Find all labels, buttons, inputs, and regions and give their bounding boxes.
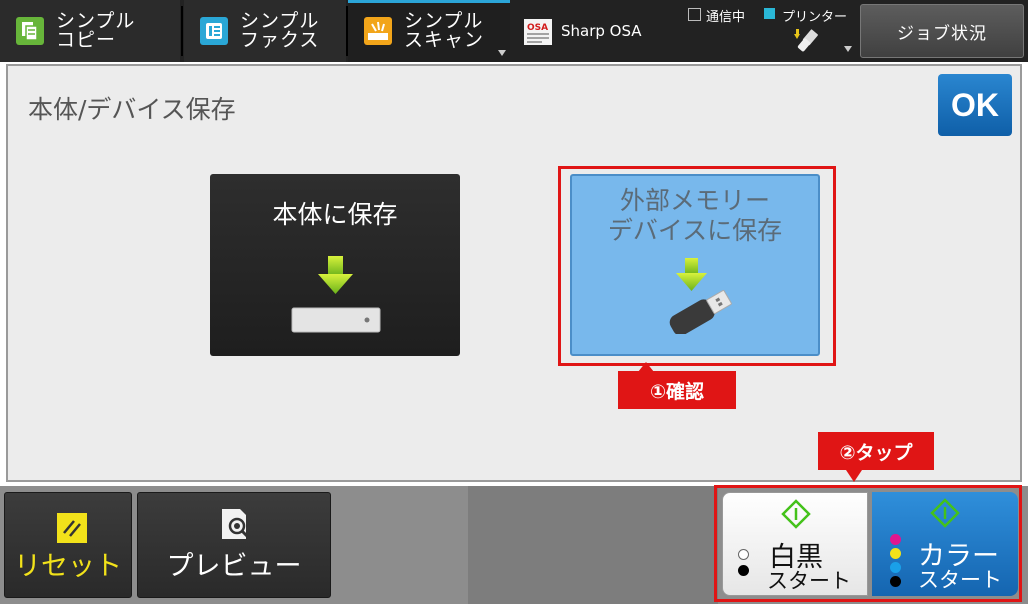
copy-icon [16,17,44,45]
printer-indicator [764,8,775,19]
tab-simple-scan[interactable]: シンプル スキャン [348,0,510,62]
job-status-button[interactable]: ジョブ状況 [860,4,1024,58]
osa-app[interactable]: OSA Sharp OSA [512,0,658,62]
color-dot-magenta [890,534,901,545]
preview-button[interactable]: プレビュー [137,492,331,598]
save-to-body-label: 本体に保存 [272,200,398,229]
osa-icon: OSA [524,19,552,45]
color-dot-black [890,576,901,587]
tab-simple-copy[interactable]: シンプル コピー [0,0,180,62]
page-title: 本体/デバイス保存 [28,95,236,124]
comm-indicator [688,8,701,21]
bottom-bar-spacer [468,486,718,604]
printer-label: プリンター [782,10,848,25]
step1-label: ①確認 [618,371,736,409]
preview-icon [222,509,251,540]
usb-status-icon[interactable] [792,26,822,54]
start-bw-sublabel: スタート [767,569,851,593]
svg-text:OSA: OSA [527,23,548,33]
color-dot-cyan [890,562,901,573]
start-color-button[interactable]: カラー スタート [872,492,1018,596]
callout-pointer [846,470,862,482]
start-icon [930,498,960,528]
comm-label: 通信中 [706,10,746,25]
save-to-storage-icon [291,256,381,333]
chevron-down-icon[interactable] [844,46,852,52]
start-color-sublabel: スタート [918,568,1002,592]
ok-button[interactable]: OK [938,74,1012,136]
reset-button[interactable]: リセット [4,492,132,598]
fax-icon [200,17,228,45]
step1-highlight [558,166,836,366]
preview-label: プレビュー [166,551,302,582]
reset-icon [57,513,87,543]
status-area: 通信中 プリンター [686,4,856,60]
start-icon [781,499,811,529]
main-panel: 本体/デバイス保存 OK 本体に保存 外部メモリー デバイスに保存 ①確認 [6,64,1022,482]
chevron-down-icon [498,50,506,56]
tab-simple-fax-label: シンプル ファクス [240,10,320,51]
tab-simple-scan-label: シンプル スキャン [404,10,485,51]
reset-label: リセット [14,551,122,582]
tab-divider [181,6,183,56]
bw-dot-black [738,565,749,576]
tab-simple-copy-label: シンプル コピー [56,10,136,51]
color-dot-yellow [890,548,901,559]
save-to-body-button[interactable]: 本体に保存 [210,174,460,356]
step2-label: ②タップ [818,432,934,470]
tab-simple-fax[interactable]: シンプル ファクス [184,0,346,62]
bw-dot-white [738,549,749,560]
top-bar: シンプル コピー シンプル ファクス シンプル スキャン OSA Sharp O… [0,0,1028,62]
start-bw-button[interactable]: 白黒 スタート [722,492,868,596]
scan-icon [364,17,392,45]
osa-label: Sharp OSA [561,22,642,40]
